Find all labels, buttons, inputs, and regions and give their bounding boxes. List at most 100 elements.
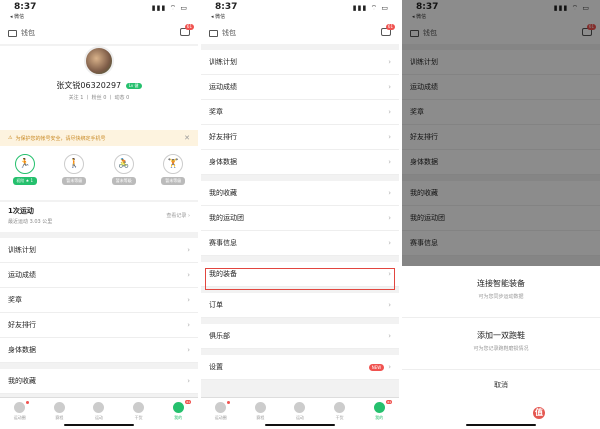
sport-walk[interactable]: 🚶 暂未等级 bbox=[62, 154, 87, 200]
menu-item-favorites[interactable]: 我的收藏 › bbox=[201, 181, 399, 206]
run-recent: 最近运动 3.03 公里 bbox=[8, 219, 53, 225]
back-to-wechat[interactable]: ◂ 微信 bbox=[211, 13, 225, 20]
moments-icon bbox=[14, 402, 26, 413]
chevron-right-icon: › bbox=[388, 189, 391, 197]
new-badge: NEW bbox=[368, 363, 385, 371]
watermark-logo-icon: 值 bbox=[532, 407, 545, 419]
chevron-right-icon: › bbox=[187, 321, 190, 329]
notification-dot bbox=[226, 401, 230, 404]
status-bar: 8:37 ◂ 微信 ▮▮▮ ⌔ ▭ bbox=[201, 0, 399, 22]
screen-profile: 8:37 ◂ 微信 ▮▮▮ ⌔ ▭ 钱包 61 张文锐06320297 Lv 健… bbox=[0, 0, 198, 429]
tab-moments[interactable]: 运动圈 bbox=[206, 401, 236, 429]
bike-icon: 🚴 bbox=[113, 154, 134, 174]
events-icon bbox=[254, 402, 266, 413]
menu-label: 设置 bbox=[209, 363, 223, 371]
tab-badge: 61 bbox=[386, 400, 393, 404]
message-badge: 61 bbox=[184, 24, 194, 30]
menu-item-club[interactable]: 俱乐部 › bbox=[201, 324, 399, 349]
menu-item-my-club[interactable]: 我的运动团 › bbox=[201, 206, 399, 231]
wallet-button[interactable]: 钱包 bbox=[209, 28, 236, 38]
menu-item-medals[interactable]: 奖章 › bbox=[201, 100, 399, 125]
tab-moments[interactable]: 运动圈 bbox=[5, 401, 35, 429]
home-indicator bbox=[265, 424, 335, 426]
fitness-icon: 🏋 bbox=[163, 154, 184, 174]
message-badge: 61 bbox=[385, 24, 395, 30]
menu-item-settings[interactable]: 设置 NEW › bbox=[201, 355, 399, 380]
sport-tag: 暂未等级 bbox=[62, 177, 87, 185]
chevron-right-icon: › bbox=[388, 58, 391, 66]
cancel-button[interactable]: 取消 bbox=[402, 370, 600, 390]
menu-label: 训练计划 bbox=[209, 58, 237, 66]
bind-phone-banner[interactable]: ⚠ 为保护您的帐号安全，请尽快绑定手机号 ✕ bbox=[0, 130, 198, 146]
menu-label: 奖章 bbox=[209, 108, 223, 116]
avatar[interactable] bbox=[84, 46, 114, 76]
username-text: 张文锐06320297 bbox=[56, 81, 122, 90]
menu-label: 身体数据 bbox=[8, 346, 36, 354]
screen-gear-sheet: 8:37 ◂ 微信 ▮▮▮ ⌔ ▭ 钱包 61 训练计划 运动成绩 奖章 好友排… bbox=[402, 0, 600, 429]
tab-label: 运动 bbox=[94, 415, 103, 420]
menu-item-ranking[interactable]: 好友排行 › bbox=[0, 313, 198, 338]
article-icon bbox=[133, 402, 145, 413]
sport-tag: 初阶 ★ 1 bbox=[12, 177, 37, 185]
connect-smart-gear-option[interactable]: 连接智能装备 可为您同步运动数据 bbox=[402, 266, 600, 318]
add-shoes-option[interactable]: 添加一双跑鞋 可为您记录跑鞋磨损情况 bbox=[402, 318, 600, 370]
sport-run[interactable]: 🏃 初阶 ★ 1 bbox=[12, 154, 37, 200]
chevron-right-icon: › bbox=[187, 271, 190, 279]
moments-icon bbox=[215, 402, 227, 413]
back-to-wechat[interactable]: ◂ 微信 bbox=[10, 13, 24, 20]
status-icons: ▮▮▮ ⌔ ▭ bbox=[151, 4, 188, 12]
menu-label: 我的收藏 bbox=[8, 377, 36, 385]
home-indicator bbox=[64, 424, 134, 426]
menu-item-body-data[interactable]: 身体数据 › bbox=[0, 338, 198, 363]
tab-me[interactable]: 61 我的 bbox=[163, 400, 193, 429]
wallet-icon bbox=[209, 29, 218, 37]
menu-label: 身体数据 bbox=[209, 158, 237, 166]
menu-item-orders[interactable]: 订单 › bbox=[201, 293, 399, 318]
notification-dot bbox=[25, 401, 29, 404]
view-records-link[interactable]: 查看记录 › bbox=[166, 212, 190, 219]
watermark-text: 什么值得买 bbox=[546, 408, 592, 418]
option-title: 连接智能装备 bbox=[477, 279, 525, 288]
menu-label: 奖章 bbox=[8, 296, 22, 304]
banner-text: 为保护您的帐号安全，请尽快绑定手机号 bbox=[15, 135, 106, 142]
wallet-button[interactable]: 钱包 bbox=[8, 28, 35, 38]
watermark: 值什么值得买 bbox=[532, 405, 592, 419]
menu-label: 好友排行 bbox=[209, 133, 237, 141]
chevron-right-icon: › bbox=[388, 239, 391, 247]
sport-levels: 🏃 初阶 ★ 1 🚶 暂未等级 🚴 暂未等级 🏋 暂未等级 bbox=[0, 146, 198, 200]
home-indicator bbox=[466, 424, 536, 426]
tab-label: 运动 bbox=[295, 415, 304, 420]
sport-fitness[interactable]: 🏋 暂未等级 bbox=[161, 154, 186, 200]
tab-label: 干货 bbox=[134, 415, 143, 420]
menu-item-medals[interactable]: 奖章 › bbox=[0, 288, 198, 313]
menu-list: 训练计划 › 运动成绩 › 奖章 › 好友排行 › 身体数据 › 我的收藏 › bbox=[0, 238, 198, 394]
menu-label: 运动成绩 bbox=[8, 271, 36, 279]
follow-stats[interactable]: 关注 1 丨 粉丝 0 丨 动态 0 bbox=[0, 94, 198, 101]
menu-item-training[interactable]: 训练计划 › bbox=[201, 50, 399, 75]
chevron-right-icon: › bbox=[388, 108, 391, 116]
menu-item-favorites[interactable]: 我的收藏 › bbox=[0, 369, 198, 394]
tab-label: 运动圈 bbox=[13, 415, 26, 420]
sport-cycle[interactable]: 🚴 暂未等级 bbox=[111, 154, 136, 200]
menu-item-ranking[interactable]: 好友排行 › bbox=[201, 125, 399, 150]
menu-item-events[interactable]: 赛事信息 › bbox=[201, 231, 399, 256]
run-summary[interactable]: 1次运动 最近运动 3.03 公里 查看记录 › bbox=[0, 202, 198, 232]
top-bar: 钱包 61 bbox=[201, 22, 399, 44]
status-time: 8:37 bbox=[215, 2, 238, 12]
menu-item-results[interactable]: 运动成绩 › bbox=[201, 75, 399, 100]
tab-label: 我的 bbox=[375, 415, 384, 420]
sport-tag: 暂未等级 bbox=[111, 177, 136, 185]
chevron-right-icon: › bbox=[388, 301, 391, 309]
menu-item-results[interactable]: 运动成绩 › bbox=[0, 263, 198, 288]
close-icon[interactable]: ✕ bbox=[184, 134, 190, 142]
menu-item-training[interactable]: 训练计划 › bbox=[0, 238, 198, 263]
tab-me[interactable]: 61 我的 bbox=[364, 400, 394, 429]
tab-label: 赛程 bbox=[55, 415, 64, 420]
menu-label: 运动成绩 bbox=[209, 83, 237, 91]
screen-menu: 8:37 ◂ 微信 ▮▮▮ ⌔ ▭ 钱包 61 训练计划 › 运动成绩 › 奖章 › … bbox=[201, 0, 399, 429]
chevron-right-icon: › bbox=[187, 296, 190, 304]
username: 张文锐06320297 Lv 健 bbox=[0, 80, 198, 91]
chevron-right-icon: › bbox=[388, 363, 391, 371]
menu-item-body-data[interactable]: 身体数据 › bbox=[201, 150, 399, 175]
chevron-right-icon: › bbox=[187, 377, 190, 385]
